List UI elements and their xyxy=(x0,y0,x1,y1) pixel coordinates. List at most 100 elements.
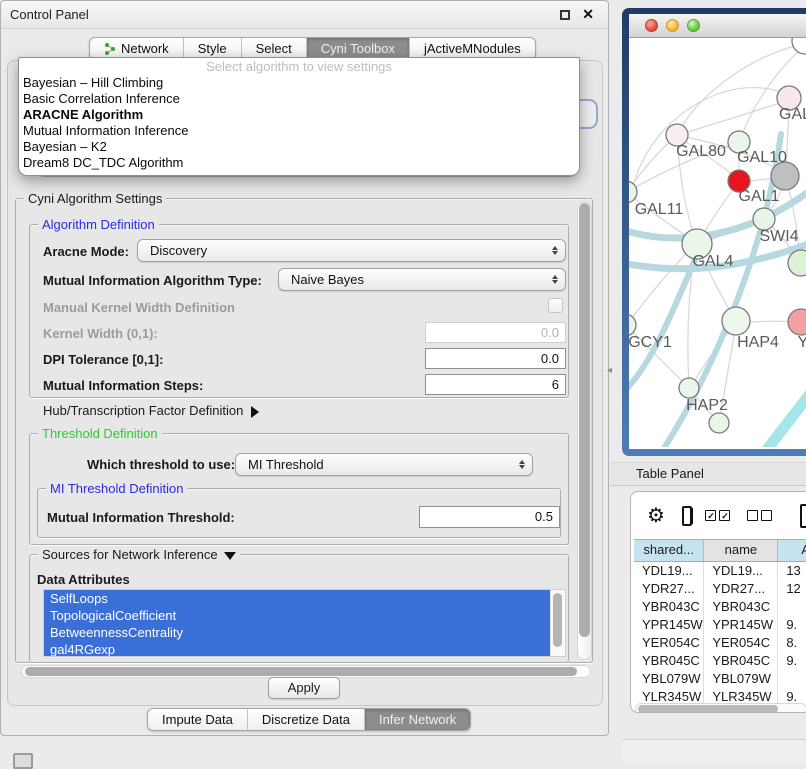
network-node-swi4[interactable] xyxy=(753,208,775,230)
node-label: SWI4 xyxy=(759,228,798,245)
network-node-hap2[interactable] xyxy=(679,378,699,398)
table-panel-titlebar[interactable]: Table Panel xyxy=(610,462,806,486)
tab-select[interactable]: Select xyxy=(242,38,307,59)
attribute-item[interactable]: gal4RGexp xyxy=(44,641,550,657)
dropdown-item[interactable]: Dream8 DC_TDC Algorithm xyxy=(19,155,579,171)
close-icon[interactable]: ✕ xyxy=(582,6,594,23)
scrollbar-thumb[interactable] xyxy=(579,203,590,637)
node-label: Y xyxy=(798,334,806,351)
network-node[interactable] xyxy=(771,162,799,190)
tab-label: Impute Data xyxy=(162,709,233,730)
panel-title: Control Panel xyxy=(10,7,89,22)
dropdown-item[interactable]: ARACNE Algorithm xyxy=(19,107,579,123)
tab-impute-data[interactable]: Impute Data xyxy=(148,709,248,730)
tab-network[interactable]: Network xyxy=(90,38,184,59)
collapse-arrow-icon[interactable] xyxy=(224,552,236,560)
apply-button[interactable]: Apply xyxy=(268,677,340,699)
table-horizontal-scrollbar[interactable] xyxy=(635,703,806,713)
network-node-gcy1[interactable] xyxy=(629,314,636,336)
table-row[interactable]: YDR27...YDR27...12 xyxy=(634,580,806,598)
network-view-window[interactable]: GALGAL80GAL10GAL1GAL11SWI4GAL4GCY1HAP4YH… xyxy=(622,8,806,456)
gear-icon[interactable]: ⚙ xyxy=(647,506,665,526)
panel-footer xyxy=(622,740,806,762)
table-row[interactable]: YBL079WYBL079W xyxy=(634,670,806,688)
dropdown-item[interactable]: Mutual Information Inference xyxy=(19,123,579,139)
tab-label: Network xyxy=(121,38,169,59)
tab-jactivemnodules[interactable]: jActiveMNodules xyxy=(410,38,535,59)
expand-arrow-icon[interactable] xyxy=(251,406,259,418)
dpi-tolerance-label: DPI Tolerance [0,1]: xyxy=(43,352,163,367)
network-node-y[interactable] xyxy=(788,309,806,335)
control-panel-titlebar[interactable]: Control Panel ✕ xyxy=(1,1,608,29)
tab-label: Infer Network xyxy=(379,709,456,730)
column-header[interactable]: A xyxy=(778,540,806,561)
aracne-mode-combo[interactable]: Discovery xyxy=(137,239,566,262)
attribute-items: SelfLoopsTopologicalCoefficientBetweenne… xyxy=(44,590,550,657)
scrollbar-thumb[interactable] xyxy=(638,705,778,713)
table-row[interactable]: YPR145WYPR145W9. xyxy=(634,616,806,634)
node-label: GAL80 xyxy=(676,143,726,160)
float-window-icon[interactable] xyxy=(560,10,570,20)
dropdown-item[interactable]: Basic Correlation Inference xyxy=(19,91,579,107)
mi-threshold-field[interactable]: 0.5 xyxy=(419,506,560,528)
network-window-titlebar[interactable] xyxy=(629,14,806,38)
network-node[interactable] xyxy=(792,38,806,54)
dpi-tolerance-field[interactable]: 0.0 xyxy=(425,348,566,369)
attribute-item[interactable]: SelfLoops xyxy=(44,590,550,607)
columns-icon[interactable] xyxy=(682,506,693,526)
minimized-panel-icon[interactable] xyxy=(13,753,33,769)
dropdown-item[interactable]: Bayesian – K2 xyxy=(19,139,579,155)
file-icon[interactable] xyxy=(800,504,806,528)
hub-factor-section-toggle[interactable]: Hub/Transcription Factor Definition xyxy=(43,403,259,418)
network-node-hap4[interactable] xyxy=(722,307,750,335)
tab-discretize-data[interactable]: Discretize Data xyxy=(248,709,365,730)
which-threshold-combo[interactable]: MI Threshold xyxy=(235,453,533,476)
table-row[interactable]: YER054CYER054C8. xyxy=(634,634,806,652)
table-row[interactable]: YBR045CYBR045C9. xyxy=(634,652,806,670)
scrollbar-thumb[interactable] xyxy=(25,667,577,676)
mi-steps-field[interactable]: 6 xyxy=(425,374,566,395)
settings-vertical-scrollbar[interactable] xyxy=(577,201,592,660)
kernel-width-field[interactable]: 0.0 xyxy=(425,322,566,343)
deselect-all-icon[interactable] xyxy=(747,510,772,521)
data-attributes-label: Data Attributes xyxy=(37,572,130,587)
table-cell: 13 xyxy=(778,562,806,580)
table-row[interactable]: YBR043CYBR043C xyxy=(634,598,806,616)
select-all-icon[interactable]: ✓✓ xyxy=(705,510,730,521)
mi-threshold-definition-title: MI Threshold Definition xyxy=(46,481,187,496)
tab-cyni-toolbox[interactable]: Cyni Toolbox xyxy=(307,38,410,59)
data-attributes-list[interactable]: SelfLoopsTopologicalCoefficientBetweenne… xyxy=(43,589,566,657)
table-cell: YDL19... xyxy=(704,562,778,580)
tab-style[interactable]: Style xyxy=(184,38,242,59)
network-node[interactable] xyxy=(788,250,806,276)
table-cell: YPR145W xyxy=(704,616,778,634)
group-title: Cyni Algorithm Settings xyxy=(24,191,166,206)
split-divider-handle[interactable]: ◂ xyxy=(607,365,612,376)
algorithm-dropdown: Select algorithm to view settings Bayesi… xyxy=(18,57,580,176)
network-canvas[interactable]: GALGAL80GAL10GAL1GAL11SWI4GAL4GCY1HAP4YH… xyxy=(629,38,806,447)
dropdown-item[interactable]: Bayesian – Hill Climbing xyxy=(19,75,579,91)
network-edge[interactable] xyxy=(765,390,806,447)
column-header[interactable]: name xyxy=(704,540,778,561)
scrollbar-thumb[interactable] xyxy=(553,593,562,647)
table-row[interactable]: YDL19...YDL19...13 xyxy=(634,562,806,580)
tab-label: Select xyxy=(256,38,292,59)
attribute-item[interactable]: TopologicalCoefficient xyxy=(44,607,550,624)
tab-label: Style xyxy=(198,38,227,59)
network-node[interactable] xyxy=(709,413,729,433)
table-toolbar: ⚙ ✓✓ xyxy=(631,492,806,539)
close-traffic-light-icon[interactable] xyxy=(645,19,658,32)
zoom-traffic-light-icon[interactable] xyxy=(687,19,700,32)
table-cell: YPR145W xyxy=(634,616,704,634)
table-cell: YBL079W xyxy=(634,670,704,688)
minimize-traffic-light-icon[interactable] xyxy=(666,19,679,32)
attribute-item[interactable]: BetweennessCentrality xyxy=(44,624,550,641)
which-threshold-value: MI Threshold xyxy=(248,457,324,472)
tab-label: Cyni Toolbox xyxy=(321,38,395,59)
mi-type-combo[interactable]: Naive Bayes xyxy=(278,268,566,291)
network-edge[interactable] xyxy=(634,88,791,183)
manual-kernel-checkbox[interactable] xyxy=(548,298,563,313)
column-header[interactable]: shared... xyxy=(634,540,704,561)
tab-infer-network[interactable]: Infer Network xyxy=(365,709,470,730)
list-scrollbar[interactable] xyxy=(550,590,565,656)
